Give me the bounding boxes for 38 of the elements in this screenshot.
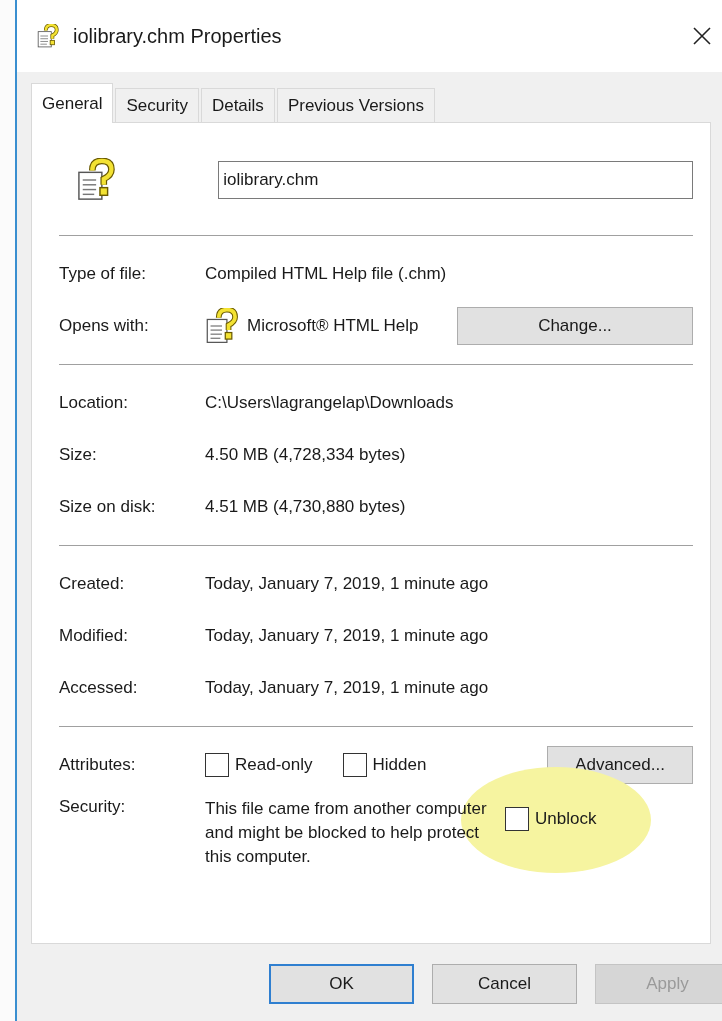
field-label: Size on disk: <box>59 497 157 517</box>
tab[interactable]: Security <box>115 88 199 122</box>
checkbox[interactable]: Unblock <box>505 807 597 831</box>
app-name: Microsoft® HTML Help <box>247 316 419 336</box>
dialog-button[interactable]: OK <box>269 964 414 1004</box>
change-button[interactable]: Change... <box>457 307 693 345</box>
close-icon[interactable] <box>693 27 711 45</box>
file-name-field[interactable]: iolibrary.chm <box>218 161 693 199</box>
checkbox-square[interactable] <box>505 807 529 831</box>
window-title: iolibrary.chm Properties <box>73 24 282 48</box>
field-value: Today, January 7, 2019, 1 minute ago <box>205 626 489 646</box>
field-label: Created: <box>59 574 126 594</box>
field-value: 4.51 MB (4,730,880 bytes) <box>205 497 406 517</box>
field-label: Opens with: <box>59 316 150 336</box>
field-label: Modified: <box>59 626 129 646</box>
security-message: This file came from another computer and might be blocked to help protect this computer. <box>205 798 488 868</box>
field-value: Today, January 7, 2019, 1 minute ago <box>205 574 489 594</box>
field-value: 4.50 MB (4,728,334 bytes) <box>205 445 406 465</box>
help-file-icon <box>37 24 59 48</box>
field-label: Type of file: <box>59 264 147 284</box>
field-value: Today, January 7, 2019, 1 minute ago <box>205 678 489 698</box>
help-file-icon <box>205 308 239 344</box>
field-label: Location: <box>59 393 129 413</box>
tab[interactable]: Previous Versions <box>276 88 435 122</box>
field-value: Compiled HTML Help file (.chm) <box>205 264 447 284</box>
tab[interactable]: Details <box>200 88 275 122</box>
dialog-button[interactable]: Cancel <box>432 964 577 1004</box>
field-value: C:\Users\lagrangelap\Downloads <box>205 393 454 413</box>
field-label: Security: <box>59 797 127 817</box>
help-file-icon <box>77 158 116 202</box>
field-label: Size: <box>59 445 98 465</box>
checkbox[interactable]: Hidden <box>342 753 427 777</box>
tab[interactable]: General <box>31 83 114 123</box>
checkbox[interactable]: Read-only <box>205 753 313 777</box>
checkbox-square[interactable] <box>342 753 367 777</box>
checkbox-square[interactable] <box>205 753 229 777</box>
field-label: Accessed: <box>59 678 139 698</box>
field-label: Attributes: <box>59 755 137 775</box>
